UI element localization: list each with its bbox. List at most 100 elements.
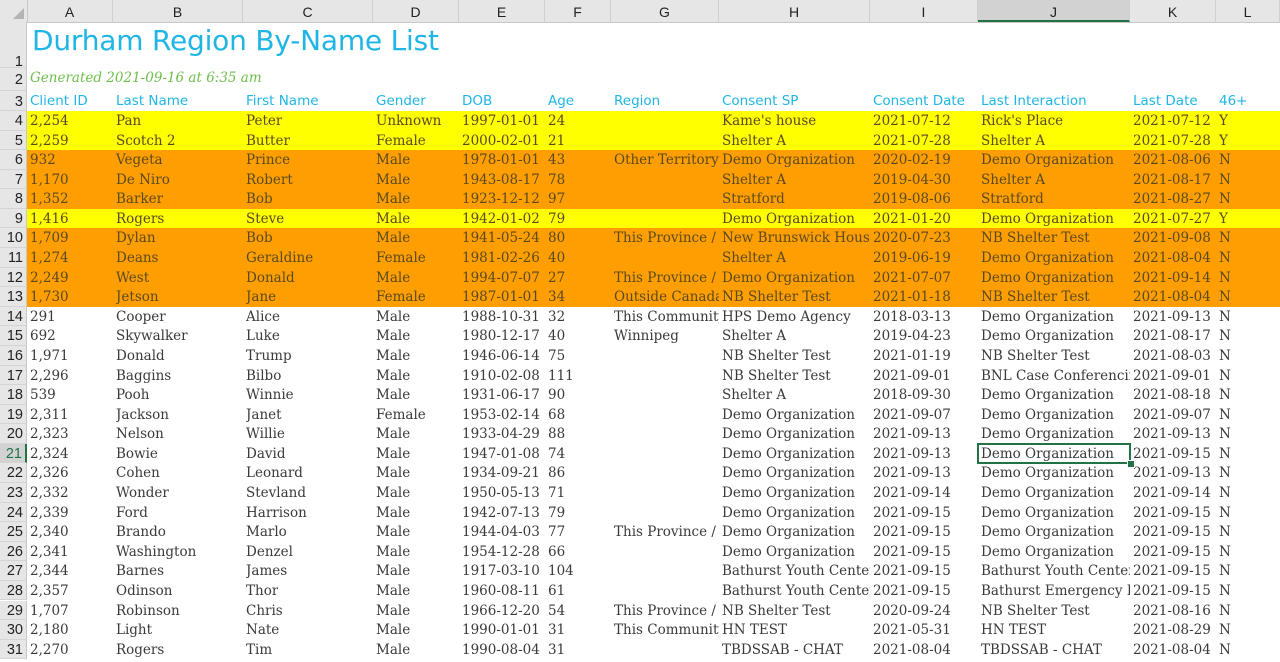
cell-f22[interactable]: 86 [548,464,565,484]
cell-l8[interactable]: N [1219,190,1231,210]
cell-l30[interactable]: N [1219,621,1231,641]
cell-b19[interactable]: Jackson [116,406,169,426]
cell-i23[interactable]: 2021-09-14 [873,484,951,504]
cell-f31[interactable]: 31 [548,641,565,661]
row-header-25[interactable]: 25 [0,522,27,542]
cell-l29[interactable]: N [1219,602,1231,622]
cell-b22[interactable]: Cohen [116,464,160,484]
row-header-30[interactable]: 30 [0,620,27,640]
cell-k17[interactable]: 2021-09-01 [1133,367,1211,387]
cell-j5[interactable]: Shelter A [981,132,1045,152]
row-header-5[interactable]: 5 [0,130,27,151]
cell-e6[interactable]: 1978-01-01 [462,151,540,171]
cell-i19[interactable]: 2021-09-07 [873,406,951,426]
cell-b23[interactable]: Wonder [116,484,169,504]
cell-g15[interactable]: Winnipeg [614,327,679,347]
cell-h11[interactable]: Shelter A [722,249,786,269]
column-header-g[interactable]: G [611,0,719,22]
cell-k5[interactable]: 2021-07-28 [1133,132,1211,152]
cell-j17[interactable]: BNL Case Conferencing [981,367,1130,387]
cell-l13[interactable]: N [1219,288,1231,308]
column-header-b[interactable]: B [113,0,243,22]
cell-f30[interactable]: 31 [548,621,565,641]
cell-h16[interactable]: NB Shelter Test [722,347,831,367]
cell-l28[interactable]: N [1219,582,1231,602]
cell-j8[interactable]: Stratford [981,190,1044,210]
row-header-3[interactable]: 3 [0,91,27,111]
cell-j29[interactable]: NB Shelter Test [981,602,1090,622]
cell-d8[interactable]: Male [376,190,410,210]
cell-c8[interactable]: Bob [246,190,273,210]
cell-d30[interactable]: Male [376,621,410,641]
cell-a8[interactable]: 1,352 [30,190,69,210]
cell-e13[interactable]: 1987-01-01 [462,288,540,308]
cell-d28[interactable]: Male [376,582,410,602]
cell-i21[interactable]: 2021-09-13 [873,445,951,465]
cell-a20[interactable]: 2,323 [30,425,69,445]
cell-f14[interactable]: 32 [548,308,565,328]
cell-j15[interactable]: Demo Organization [981,327,1114,347]
cell-c26[interactable]: Denzel [246,543,293,563]
cell-i22[interactable]: 2021-09-13 [873,464,951,484]
cell-b15[interactable]: Skywalker [116,327,188,347]
cell-f5[interactable]: 21 [548,132,565,152]
cell-c31[interactable]: Tim [246,641,272,661]
cell-i10[interactable]: 2020-07-23 [873,229,951,249]
cell-j9[interactable]: Demo Organization [981,210,1114,230]
cell-a18[interactable]: 539 [30,386,56,406]
cell-b10[interactable]: Dylan [116,229,156,249]
cell-k14[interactable]: 2021-09-13 [1133,308,1211,328]
cell-d24[interactable]: Male [376,504,410,524]
cell-f27[interactable]: 104 [548,562,574,582]
cell-d5[interactable]: Female [376,132,426,152]
row-header-8[interactable]: 8 [0,189,27,209]
cell-a6[interactable]: 932 [30,151,56,171]
cell-f26[interactable]: 66 [548,543,565,563]
cell-f17[interactable]: 111 [548,367,574,387]
cell-f25[interactable]: 77 [548,523,565,543]
column-header-e[interactable]: E [459,0,545,22]
cell-k29[interactable]: 2021-08-16 [1133,602,1211,622]
column-label-last-name[interactable]: Last Name [116,93,188,109]
cell-e15[interactable]: 1980-12-17 [462,327,540,347]
cell-g10[interactable]: This Province / Territory [614,229,719,249]
cell-b20[interactable]: Nelson [116,425,164,445]
cell-b25[interactable]: Brando [116,523,166,543]
cell-c14[interactable]: Alice [246,308,280,328]
cell-d23[interactable]: Male [376,484,410,504]
cell-b9[interactable]: Rogers [116,210,164,230]
cell-d31[interactable]: Male [376,641,410,661]
cell-l24[interactable]: N [1219,504,1231,524]
cell-i27[interactable]: 2021-09-15 [873,562,951,582]
cell-d17[interactable]: Male [376,367,410,387]
cell-k24[interactable]: 2021-09-15 [1133,504,1211,524]
cell-g29[interactable]: This Province / Territory [614,602,719,622]
cell-b17[interactable]: Baggins [116,367,171,387]
cell-b5[interactable]: Scotch 2 [116,132,176,152]
cell-l16[interactable]: N [1219,347,1231,367]
cell-j6[interactable]: Demo Organization [981,151,1114,171]
cell-i16[interactable]: 2021-01-19 [873,347,951,367]
cell-c23[interactable]: Stevland [246,484,306,504]
cell-k31[interactable]: 2021-08-04 [1133,641,1211,661]
cell-l31[interactable]: N [1219,641,1231,661]
cell-k12[interactable]: 2021-09-14 [1133,269,1211,289]
cell-h5[interactable]: Shelter A [722,132,786,152]
cell-e4[interactable]: 1997-01-01 [462,112,540,132]
cell-k6[interactable]: 2021-08-06 [1133,151,1211,171]
cell-l14[interactable]: N [1219,308,1231,328]
cell-a5[interactable]: 2,259 [30,132,69,152]
cell-l7[interactable]: N [1219,171,1231,191]
column-header-i[interactable]: I [870,0,978,22]
cell-b26[interactable]: Washington [116,543,196,563]
cell-g13[interactable]: Outside Canada [614,288,719,308]
cell-d12[interactable]: Male [376,269,410,289]
row-header-14[interactable]: 14 [0,306,27,327]
column-header-k[interactable]: K [1130,0,1216,22]
cell-c10[interactable]: Bob [246,229,273,249]
cell-a13[interactable]: 1,730 [30,288,69,308]
cell-k21[interactable]: 2021-09-15 [1133,445,1211,465]
generated-timestamp[interactable]: Generated 2021-09-16 at 6:35 am [30,70,262,86]
cell-c15[interactable]: Luke [246,327,280,347]
cell-d4[interactable]: Unknown [376,112,441,132]
